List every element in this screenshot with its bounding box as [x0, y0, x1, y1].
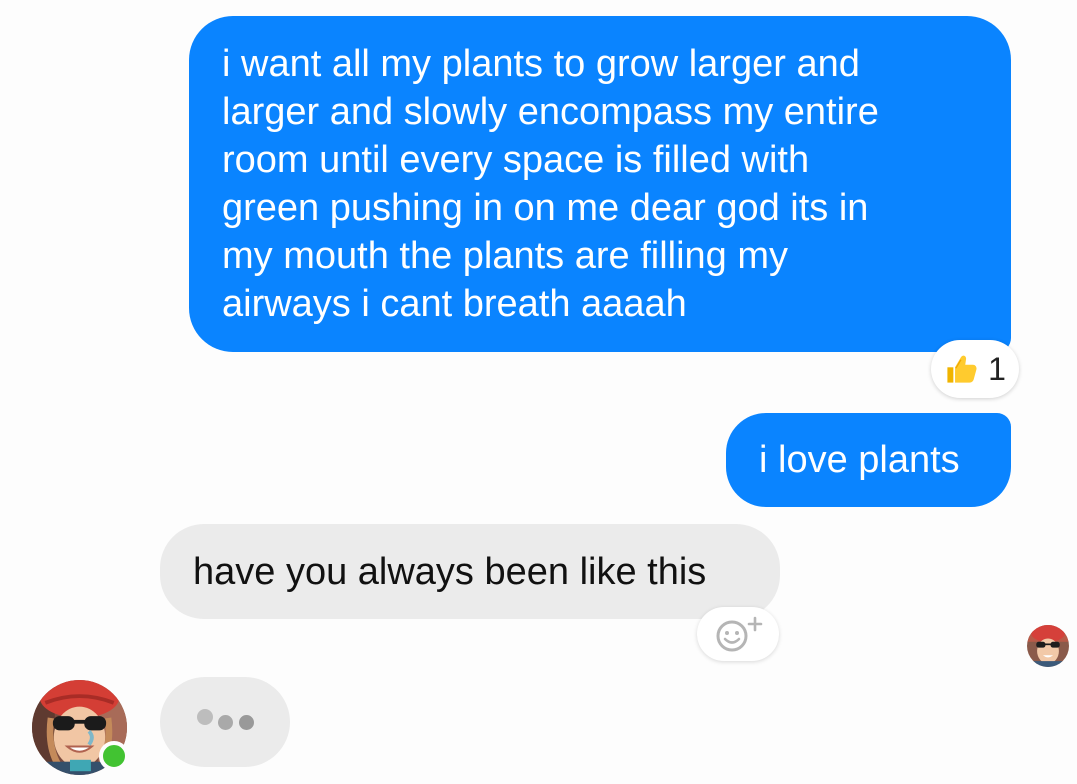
typing-dot	[239, 715, 254, 730]
outgoing-message[interactable]: i want all my plants to grow larger and …	[189, 16, 1011, 352]
message-reaction[interactable]: 1	[931, 340, 1019, 398]
add-reaction-button[interactable]	[697, 607, 779, 661]
incoming-message[interactable]: have you always been like this	[160, 524, 780, 619]
typing-dot	[218, 715, 233, 730]
conversation-thread: i want all my plants to grow larger and …	[0, 0, 1077, 784]
add-reaction-icon	[716, 616, 763, 652]
reaction-count: 1	[988, 350, 1006, 387]
online-status-indicator	[99, 741, 129, 771]
typing-indicator	[160, 677, 290, 767]
typing-dot	[197, 709, 213, 725]
outgoing-message[interactable]: i love plants	[726, 413, 1011, 507]
thumbs-up-icon	[947, 355, 977, 383]
read-receipt-avatar	[1027, 625, 1069, 667]
